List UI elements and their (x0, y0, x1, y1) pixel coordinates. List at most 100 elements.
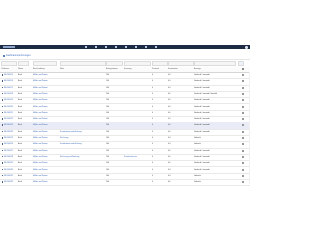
search-icon[interactable] (238, 61, 244, 66)
row-select-checkbox[interactable] (242, 149, 244, 152)
filter-desc-input[interactable] (33, 61, 57, 66)
row-select-checkbox[interactable] (242, 111, 244, 114)
filter-display-select[interactable] (194, 61, 236, 66)
cell-desc[interactable]: Müller und Partner (33, 162, 48, 164)
col-state-header[interactable]: Zustand (152, 68, 159, 70)
row-select-checkbox[interactable] (242, 105, 244, 108)
nav-icon-commerce[interactable] (115, 46, 117, 48)
col-display-header[interactable]: Anzeige (194, 68, 201, 70)
row-select-checkbox[interactable] (242, 162, 244, 165)
cell-desc[interactable]: Müller und Partner (33, 106, 48, 108)
nav-icon-home[interactable] (85, 46, 87, 48)
nav-icon-tools[interactable] (155, 46, 157, 48)
filter-ref-input[interactable] (1, 61, 17, 66)
cell-ref[interactable]: RE-240123 (4, 124, 13, 126)
filter-comment-input[interactable] (168, 61, 194, 66)
cell-desc[interactable]: Müller und Partner (33, 143, 48, 145)
row-select-checkbox[interactable] (242, 181, 244, 184)
cell-ref[interactable]: RE-240128 (4, 156, 13, 158)
invoice-icon (1, 137, 4, 139)
app-logo[interactable] (3, 46, 15, 48)
row-select-checkbox[interactable] (242, 99, 244, 102)
col-comment-header[interactable]: Kommentar (168, 68, 178, 70)
cell-desc[interactable]: Müller und Partner (33, 74, 48, 76)
nav-icon-companies[interactable] (95, 46, 97, 48)
col-desc-header[interactable]: Beschreibung (33, 68, 45, 70)
filter-name-input[interactable] (18, 61, 29, 66)
cell-desc[interactable]: Müller und Partner (33, 169, 48, 171)
filter-state-input[interactable] (152, 61, 168, 66)
filter-id-input[interactable] (124, 61, 151, 66)
row-select-checkbox[interactable] (242, 86, 244, 89)
select-all-checkbox[interactable] (242, 68, 244, 71)
cell-ref[interactable]: RE-240120 (4, 106, 13, 108)
cell-val[interactable]: Rechnung (60, 137, 68, 139)
cell-val[interactable]: Rechnung und Buchung (60, 156, 79, 158)
filter-value-input[interactable] (60, 61, 106, 66)
filter-number-input[interactable] (106, 61, 123, 66)
cell-ref[interactable]: RE-240115 (4, 74, 13, 76)
cell-val[interactable]: Kundenkonto und Buchung (60, 143, 82, 145)
row-select-checkbox[interactable] (242, 174, 244, 177)
table-row[interactable]: RE-240132 Beck Müller und Partner 100 0 0,0 Ge… (0, 179, 250, 186)
cell-desc[interactable]: Müller und Partner (33, 175, 48, 177)
cell-ref[interactable]: RE-240118 (4, 93, 13, 95)
invoice-icon (1, 111, 4, 114)
cell-num: 100 (106, 118, 109, 121)
cell-ref[interactable]: RE-240124 (4, 131, 13, 133)
row-select-checkbox[interactable] (242, 92, 244, 95)
cell-ref[interactable]: RE-240117 (4, 87, 13, 89)
row-select-checkbox[interactable] (242, 155, 244, 158)
col-ref-header[interactable]: Referenz (2, 68, 10, 70)
col-number-header[interactable]: Belegnummer (106, 68, 118, 70)
cell-state: 0 (152, 143, 153, 146)
cell-desc[interactable]: Müller und Partner (33, 99, 48, 101)
col-name-header[interactable]: Name (18, 68, 23, 70)
cell-comm: 0,0 (168, 105, 171, 108)
cell-name: Beck (18, 143, 22, 146)
nav-icon-products[interactable] (105, 46, 107, 48)
cell-ref[interactable]: RE-240130 (4, 169, 13, 171)
cell-ref[interactable]: RE-240125 (4, 137, 13, 139)
cell-desc[interactable]: Müller und Partner (33, 150, 48, 152)
col-id-header[interactable]: Kennung (124, 68, 132, 70)
cell-ref[interactable]: RE-240121 (4, 112, 13, 114)
cell-val[interactable]: Kundenkonto und Buchung (60, 131, 82, 133)
nav-icon-billing[interactable] (125, 46, 127, 48)
nav-icon-projects[interactable] (145, 46, 147, 48)
cell-desc[interactable]: Müller und Partner (33, 131, 48, 133)
cell-desc[interactable]: Müller und Partner (33, 181, 48, 183)
row-select-checkbox[interactable] (242, 118, 244, 121)
cell-desc[interactable]: Müller und Partner (33, 137, 48, 139)
cell-desc[interactable]: Müller und Partner (33, 156, 48, 158)
row-select-checkbox[interactable] (242, 124, 244, 127)
row-select-checkbox[interactable] (242, 168, 244, 171)
cell-desc[interactable]: Müller und Partner (33, 93, 48, 95)
cell-ref[interactable]: RE-240116 (4, 80, 13, 82)
nav-icon-bank[interactable] (135, 46, 137, 48)
cell-name: Beck (18, 92, 22, 95)
row-select-checkbox[interactable] (242, 74, 244, 76)
cell-ref[interactable]: RE-240127 (4, 150, 13, 152)
row-select-checkbox[interactable] (242, 143, 244, 146)
breadcrumb[interactable]: Kaufmannsrechnungen (6, 54, 31, 57)
col-value-header[interactable]: Wert (60, 68, 64, 70)
cell-desc[interactable]: Müller und Partner (33, 118, 48, 120)
row-select-checkbox[interactable] (242, 130, 244, 133)
cell-disp: Gedruckt / versandt (194, 74, 210, 76)
row-select-checkbox[interactable] (242, 80, 244, 83)
cell-desc[interactable]: Müller und Partner (33, 80, 48, 82)
row-select-checkbox[interactable] (242, 137, 244, 139)
cell-ref[interactable]: RE-240122 (4, 118, 13, 120)
cell-desc[interactable]: Müller und Partner (33, 87, 48, 89)
cell-ref[interactable]: RE-240119 (4, 99, 13, 101)
cell-ref[interactable]: RE-240126 (4, 143, 13, 145)
cell-comm: 0,0 (168, 174, 171, 177)
cell-id[interactable]: Kundenreferenz (124, 156, 137, 158)
scrollbar[interactable] (248, 72, 250, 184)
cell-desc[interactable]: Müller und Partner (33, 112, 48, 114)
cell-ref[interactable]: RE-240129 (4, 162, 13, 164)
cell-desc[interactable]: Müller und Partner (33, 124, 48, 126)
cell-ref[interactable]: RE-240131 (4, 175, 13, 177)
cell-ref[interactable]: RE-240132 (4, 181, 13, 183)
